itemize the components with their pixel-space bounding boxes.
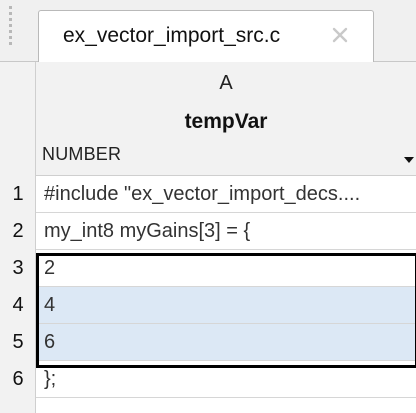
table-row[interactable]: 2 my_int8 myGains[3] = {	[0, 213, 416, 250]
variable-name[interactable]: tempVar	[36, 110, 416, 134]
column-header[interactable]: A tempVar NUMBER	[36, 62, 416, 176]
table-row[interactable]: 1 #include "ex_vector_import_decs....	[0, 176, 416, 213]
table-cell[interactable]: 2	[36, 250, 416, 287]
row-number: 4	[12, 294, 24, 316]
row-number: 3	[12, 257, 24, 279]
caret-down-icon[interactable]	[402, 152, 416, 163]
table-cell[interactable]: 4	[36, 287, 416, 324]
table-row[interactable]: 4 4	[0, 287, 416, 324]
close-icon[interactable]	[328, 23, 352, 47]
row-number: 6	[12, 368, 24, 390]
table-cell[interactable]: my_int8 myGains[3] = {	[36, 213, 416, 250]
tab-strip: ex_vector_import_src.c	[0, 0, 416, 63]
file-tab-label: ex_vector_import_src.c	[63, 24, 281, 47]
table-cell[interactable]: };	[36, 361, 416, 398]
row-number: 5	[12, 331, 24, 353]
import-grid: A tempVar NUMBER 1 #include "ex_vector_i…	[0, 62, 416, 413]
column-type-label: NUMBER	[42, 144, 122, 164]
drag-grip-icon[interactable]	[6, 6, 15, 50]
column-letter: A	[219, 72, 233, 94]
file-tab[interactable]: ex_vector_import_src.c	[38, 10, 374, 63]
row-number: 2	[12, 220, 24, 242]
row-number: 1	[12, 183, 24, 205]
table-row[interactable]: 3 2	[0, 250, 416, 287]
table-row[interactable]: 5 6	[0, 324, 416, 361]
table-cell[interactable]: #include "ex_vector_import_decs....	[36, 176, 416, 213]
table-row[interactable]: 6 };	[0, 361, 416, 398]
table-cell[interactable]: 6	[36, 324, 416, 361]
